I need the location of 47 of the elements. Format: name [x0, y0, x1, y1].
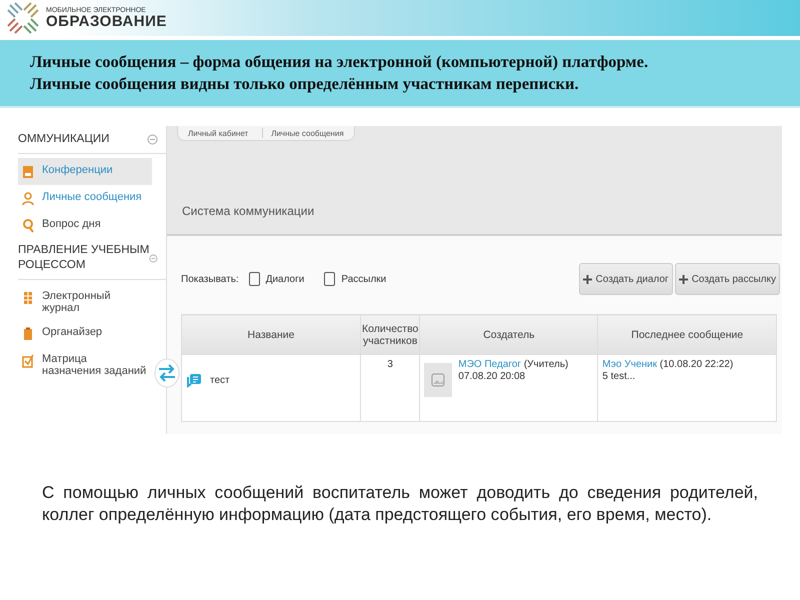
grid-icon: [22, 291, 34, 305]
column-header: Количество участников: [360, 314, 420, 354]
filter-label: Показывать:: [181, 274, 239, 284]
conversation-name[interactable]: тест: [210, 375, 230, 386]
sidebar-item[interactable]: Вопрос дня: [18, 212, 152, 239]
person-icon: [22, 192, 34, 206]
checkbox[interactable]: [248, 272, 260, 286]
logo-icon: [6, 1, 40, 35]
clipboard-icon: [22, 327, 34, 341]
chat-icon: [186, 373, 202, 388]
column-header: Название: [182, 314, 360, 354]
user-role: (Учитель): [524, 359, 568, 370]
image-placeholder-icon: [424, 363, 452, 397]
sidebar-item[interactable]: Личные сообщения: [18, 185, 152, 212]
sidebar-item[interactable]: Органайзер: [18, 320, 152, 347]
breadcrumb-link[interactable]: Личные сообщения: [271, 128, 344, 138]
collapse-icon[interactable]: [147, 134, 158, 145]
section-title: ПРАВЛЕНИЕ УЧЕБНЫМ: [18, 243, 150, 258]
slide-title: Личные сообщения – форма общения на электронной (компьютерной) платформе.: [30, 51, 650, 73]
body-paragraph: С помощью личных сообщений воспитатель может доводить до сведения родителей, коллег определённую информацию (дата предстоящего события, его время, место).: [42, 482, 758, 526]
checkmark-icon: [22, 354, 34, 368]
section-title: РОЦЕССОМ: [18, 258, 86, 273]
page-heading: Система коммуникации: [182, 204, 314, 218]
user-link[interactable]: Мэо Ученик: [602, 359, 657, 370]
collapse-icon[interactable]: [149, 252, 158, 264]
checkbox-label: Рассылки: [341, 274, 386, 284]
user-link[interactable]: МЭО Педагог: [458, 359, 522, 370]
checkbox[interactable]: [324, 272, 336, 286]
search-icon: [22, 219, 34, 233]
create-button[interactable]: Создать диалог: [578, 263, 673, 295]
table-cell: 3: [360, 354, 420, 422]
column-header: Последнее сообщение: [598, 314, 776, 354]
slide-title: Личные сообщения видны только определённым участникам переписки.: [30, 73, 580, 95]
timestamp: 07.08.20 20:08: [458, 371, 526, 383]
checkbox-label: Диалоги: [266, 274, 304, 284]
timestamp: (10.08.20 22:22): [660, 359, 734, 370]
plus-icon: [678, 274, 688, 284]
section-title: ОММУНИКАЦИИ: [18, 132, 110, 147]
create-button[interactable]: Создать рассылку: [674, 263, 780, 295]
sidebar-item[interactable]: Матрица назначения заданий: [18, 347, 152, 383]
logo-title: ОБРАЗОВАНИЕ: [46, 14, 167, 29]
calendar-icon: [22, 165, 34, 179]
message-preview: 5 test...: [602, 371, 636, 383]
sidebar-item[interactable]: Электронный журнал: [18, 284, 152, 320]
breadcrumb-link[interactable]: Личный кабинет: [188, 128, 248, 138]
column-header: Создатель: [420, 314, 598, 354]
plus-icon: [582, 274, 592, 284]
